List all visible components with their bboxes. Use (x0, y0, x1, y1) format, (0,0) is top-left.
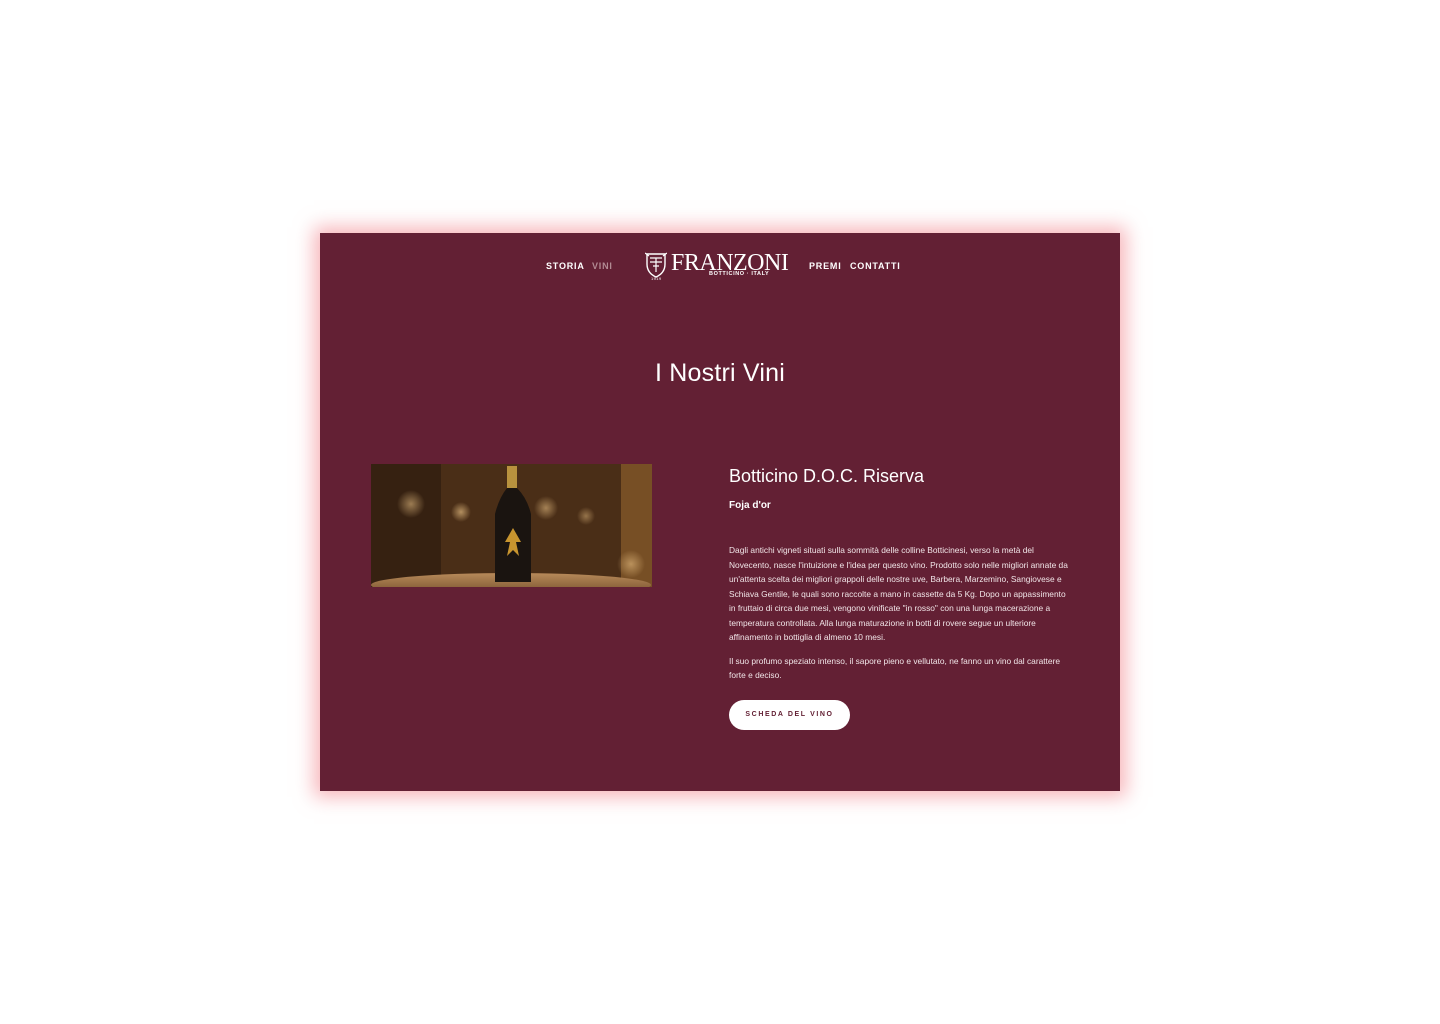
page-title: I Nostri Vini (655, 359, 785, 387)
nav-link-storia[interactable]: STORIA (546, 261, 585, 271)
crest-icon (645, 252, 667, 278)
nav-link-contatti[interactable]: CONTATTI (850, 261, 901, 271)
wine-name: Botticino D.O.C. Riserva (729, 466, 925, 486)
wine-panel: STORIA VINI 1919 FRANZONI BOTTICINO · IT… (320, 233, 1120, 791)
logo-year: 1919 (651, 276, 662, 281)
wine-bottle-photo (371, 464, 652, 587)
wine-description: Dagli antichi vigneti situati sulla somm… (729, 543, 1074, 692)
franzoni-logo[interactable]: 1919 FRANZONI BOTTICINO · ITALY (645, 250, 789, 282)
logo-subtitle: BOTTICINO · ITALY (709, 271, 770, 277)
scheda-del-vino-button[interactable]: SCHEDA DEL VINO (729, 700, 850, 730)
wine-subtitle: Foja d'or (729, 500, 771, 511)
wine-description-paragraph: Il suo profumo speziato intenso, il sapo… (729, 655, 1061, 681)
main-nav: STORIA VINI 1919 FRANZONI BOTTICINO · IT… (320, 233, 1120, 297)
wine-bottle-image (371, 464, 652, 587)
nav-link-premi[interactable]: PREMI (809, 261, 842, 271)
nav-link-vini[interactable]: VINI (592, 261, 613, 271)
wine-description-paragraph: Dagli antichi vigneti situati sulla somm… (729, 545, 1068, 642)
